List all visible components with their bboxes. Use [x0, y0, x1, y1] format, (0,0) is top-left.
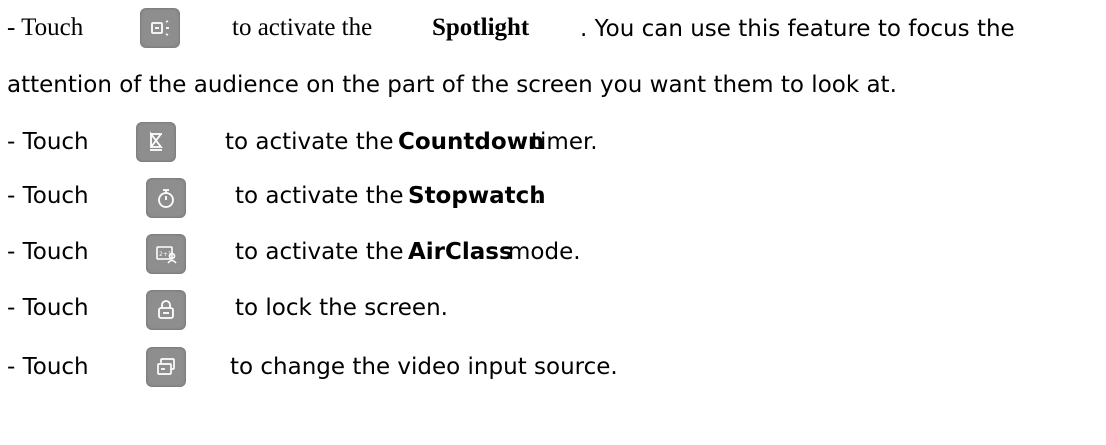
instruction-text: timer. — [531, 129, 598, 155]
spotlight-icon — [140, 8, 180, 48]
instruction-text: to change the video input source. — [230, 354, 618, 380]
instruction-text: . You can use this feature to focus the — [580, 16, 1015, 42]
airclass-icon: 2+1 — [146, 234, 186, 274]
input-source-icon — [146, 347, 186, 387]
document-page: - Touch to activate the Spotlight . You … — [0, 0, 1106, 445]
continuation-line: attention of the audience on the part of… — [7, 70, 897, 100]
instruction-text: attention of the audience on the part of… — [7, 72, 897, 98]
touch-prefix: - Touch — [7, 14, 84, 41]
touch-prefix: - Touch — [7, 354, 89, 380]
touch-prefix: - Touch — [7, 183, 89, 209]
touch-prefix: - Touch — [7, 295, 89, 321]
instruction-text: to lock the screen. — [235, 295, 448, 321]
instruction-text: to activate the — [232, 14, 373, 41]
instruction-text: to activate the — [235, 183, 404, 209]
feature-name: Stopwatch — [408, 183, 546, 209]
touch-prefix: - Touch — [7, 239, 89, 265]
feature-name: AirClass — [408, 239, 513, 265]
touch-prefix: - Touch — [7, 129, 89, 155]
instruction-text: to activate the — [235, 239, 404, 265]
hourglass-icon — [136, 122, 176, 162]
instruction-text: to activate the — [225, 129, 394, 155]
instruction-text: mode. — [508, 239, 581, 265]
stopwatch-icon — [146, 178, 186, 218]
feature-name: Spotlight — [432, 14, 530, 41]
feature-name: Countdown — [398, 129, 545, 155]
lock-icon — [146, 290, 186, 330]
instruction-text: . — [534, 183, 542, 209]
